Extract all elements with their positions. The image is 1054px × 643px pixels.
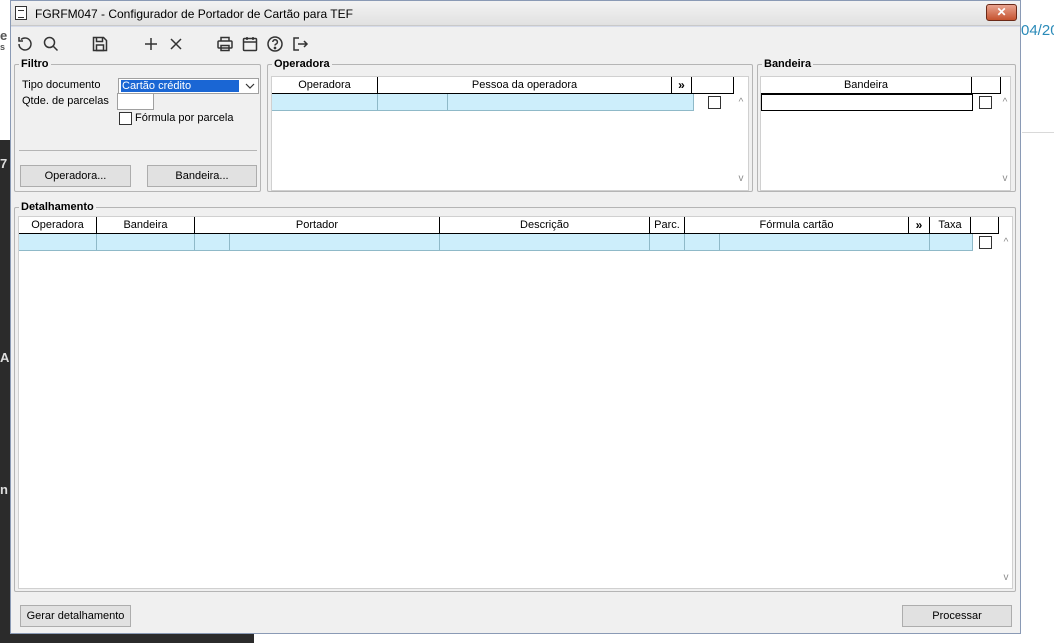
bandeira-grid-header: Bandeira <box>761 77 1001 94</box>
column-header[interactable]: Bandeira <box>97 217 195 233</box>
grid-cell[interactable] <box>272 94 378 111</box>
column-header[interactable]: Taxa <box>930 217 971 233</box>
background-date-text: 04/20 <box>1021 22 1054 39</box>
title-bar[interactable]: FGRFM047 - Configurador de Portador de C… <box>11 1 1020 26</box>
grid-cell[interactable] <box>230 234 440 251</box>
exit-icon[interactable] <box>290 34 310 54</box>
grid-cell[interactable] <box>685 234 720 251</box>
dialog-window: FGRFM047 - Configurador de Portador de C… <box>10 0 1021 634</box>
row-checkbox[interactable] <box>708 96 721 109</box>
column-header[interactable]: Operadora <box>19 217 97 233</box>
window-title: FGRFM047 - Configurador de Portador de C… <box>35 7 353 21</box>
grid-cell[interactable] <box>650 234 685 251</box>
operadora-title: Operadora <box>274 58 330 70</box>
detalhamento-grid-header: Operadora Bandeira Portador Descrição Pa… <box>19 217 999 234</box>
scroll-down-icon[interactable]: v <box>997 173 1013 184</box>
grid-cell[interactable] <box>761 94 973 111</box>
detalhamento-grid[interactable]: Operadora Bandeira Portador Descrição Pa… <box>18 216 1013 589</box>
grid-cell[interactable] <box>720 234 930 251</box>
filtro-separator <box>19 150 257 151</box>
column-header[interactable]: Portador <box>195 217 440 233</box>
background-fragment: n <box>0 482 8 497</box>
operadora-button[interactable]: Operadora... <box>20 165 131 187</box>
scroll-down-icon[interactable]: v <box>998 572 1014 583</box>
operadora-group: Operadora Operadora Pessoa da operadora … <box>267 58 753 192</box>
background-fragment: 7 <box>0 156 8 171</box>
background-fragment: A <box>0 350 10 365</box>
search-icon[interactable] <box>41 34 61 54</box>
close-button[interactable]: ✕ <box>986 4 1017 21</box>
qtde-parcelas-label: Qtde. de parcelas <box>22 95 109 107</box>
refresh-icon[interactable] <box>15 34 35 54</box>
dialog-client-area: Filtro Tipo documento Cartão crédito Qtd… <box>11 27 1020 633</box>
scroll-down-icon[interactable]: v <box>733 173 749 184</box>
filtro-group: Filtro Tipo documento Cartão crédito Qtd… <box>14 58 261 192</box>
background-divider <box>1022 132 1054 133</box>
column-header[interactable]: Parc. <box>650 217 685 233</box>
bandeira-group: Bandeira Bandeira ^ v <box>757 58 1016 192</box>
tipo-documento-label: Tipo documento <box>22 79 101 91</box>
detalhamento-group: Detalhamento Operadora Bandeira Portador… <box>14 201 1016 592</box>
column-header[interactable]: Operadora <box>272 77 378 93</box>
tipo-documento-selected: Cartão crédito <box>121 80 239 92</box>
help-icon[interactable] <box>265 34 285 54</box>
document-icon <box>15 6 27 20</box>
operadora-grid-header: Operadora Pessoa da operadora » <box>272 77 734 94</box>
row-checkbox[interactable] <box>979 96 992 109</box>
grid-cell[interactable] <box>930 234 973 251</box>
column-header[interactable]: Bandeira <box>761 77 972 93</box>
formula-por-parcela-label: Fórmula por parcela <box>135 112 234 124</box>
column-header-check <box>692 77 734 93</box>
print-icon[interactable] <box>215 34 235 54</box>
scroll-up-icon[interactable]: ^ <box>998 237 1014 248</box>
processar-button[interactable]: Processar <box>902 605 1012 627</box>
grid-cell[interactable] <box>19 234 97 251</box>
bandeira-button[interactable]: Bandeira... <box>147 165 257 187</box>
grid-cell[interactable] <box>195 234 230 251</box>
gerar-detalhamento-button[interactable]: Gerar detalhamento <box>20 605 131 627</box>
save-icon[interactable] <box>90 34 110 54</box>
tipo-documento-select[interactable]: Cartão crédito <box>118 78 259 94</box>
column-header[interactable]: Pessoa da operadora <box>378 77 672 93</box>
detalhamento-title: Detalhamento <box>21 201 94 213</box>
column-header[interactable]: Descrição <box>440 217 650 233</box>
scroll-up-icon[interactable]: ^ <box>997 97 1013 108</box>
column-header-check <box>971 217 999 233</box>
background-fragment: e <box>0 28 8 43</box>
formula-por-parcela-checkbox[interactable] <box>119 112 132 125</box>
chevron-down-icon[interactable] <box>243 79 257 93</box>
qtde-parcelas-input[interactable] <box>117 93 154 110</box>
calendar-icon[interactable] <box>240 34 260 54</box>
expand-columns-icon[interactable]: » <box>672 77 692 93</box>
column-header[interactable]: Fórmula cartão <box>685 217 909 233</box>
grid-cell[interactable] <box>378 94 448 111</box>
grid-cell[interactable] <box>448 94 694 111</box>
grid-cell[interactable] <box>440 234 650 251</box>
expand-columns-icon[interactable]: » <box>909 217 930 233</box>
scroll-up-icon[interactable]: ^ <box>733 97 749 108</box>
grid-cell[interactable] <box>97 234 195 251</box>
background-fragment: s <box>0 42 6 52</box>
bandeira-title: Bandeira <box>764 58 812 70</box>
background-app-right <box>1020 0 1054 643</box>
delete-icon[interactable] <box>166 34 186 54</box>
bandeira-grid[interactable]: Bandeira ^ v <box>760 76 1011 191</box>
operadora-grid[interactable]: Operadora Pessoa da operadora » ^ v <box>271 76 749 191</box>
add-icon[interactable] <box>141 34 161 54</box>
column-header-check <box>972 77 1001 93</box>
row-checkbox[interactable] <box>979 236 992 249</box>
filtro-title: Filtro <box>21 58 49 70</box>
